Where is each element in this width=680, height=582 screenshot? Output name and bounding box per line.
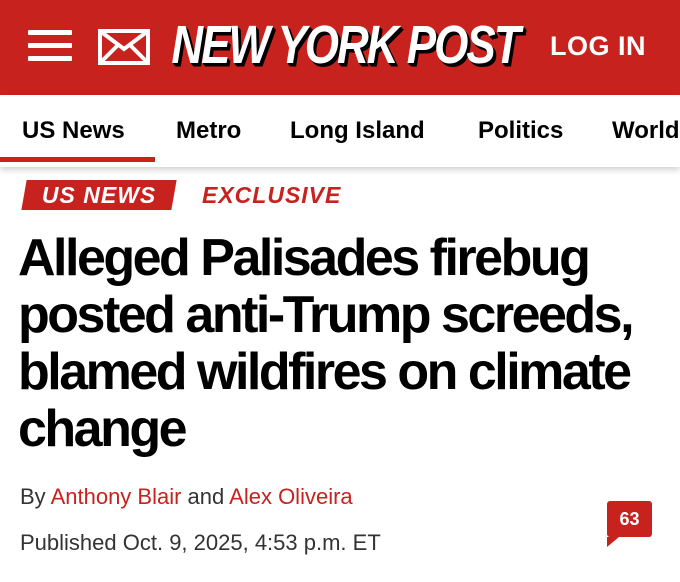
site-logo-text: NEW YORK POST [171,15,520,76]
section-tag-label: US NEWS [41,181,157,208]
article-headline: Alleged Palisades firebug posted anti-Tr… [18,229,635,458]
author-link-alex-oliveira[interactable]: Alex Oliveira [229,484,352,509]
nav-item-politics[interactable]: Politics [478,117,563,145]
site-logo[interactable]: NEW YORK POST [170,15,520,76]
byline: By Anthony Blair and Alex Oliveira [20,484,353,510]
exclusive-tag[interactable]: EXCLUSIVE [202,180,341,210]
active-nav-indicator [0,157,155,162]
site-header: NEW YORK POST LOG IN [0,0,680,95]
nav-item-us-news[interactable]: US News [22,117,125,145]
section-tag-us-news[interactable]: US NEWS [21,180,177,210]
comment-count: 63 [619,508,640,529]
nav-item-metro[interactable]: Metro [176,117,241,145]
nav-item-world[interactable]: World [612,117,680,145]
published-timestamp: Published Oct. 9, 2025, 4:53 p.m. ET [20,530,381,555]
login-button[interactable]: LOG IN [550,31,646,62]
byline-conjunction: and [181,484,230,509]
comment-count-button[interactable]: 63 [607,501,652,547]
section-nav: US News Metro Long Island Politics World [0,95,680,167]
envelope-icon[interactable] [98,29,150,65]
hamburger-menu-icon[interactable] [28,26,72,66]
byline-prefix: By [20,484,51,509]
nav-item-long-island[interactable]: Long Island [290,117,425,145]
author-link-anthony-blair[interactable]: Anthony Blair [51,484,182,509]
